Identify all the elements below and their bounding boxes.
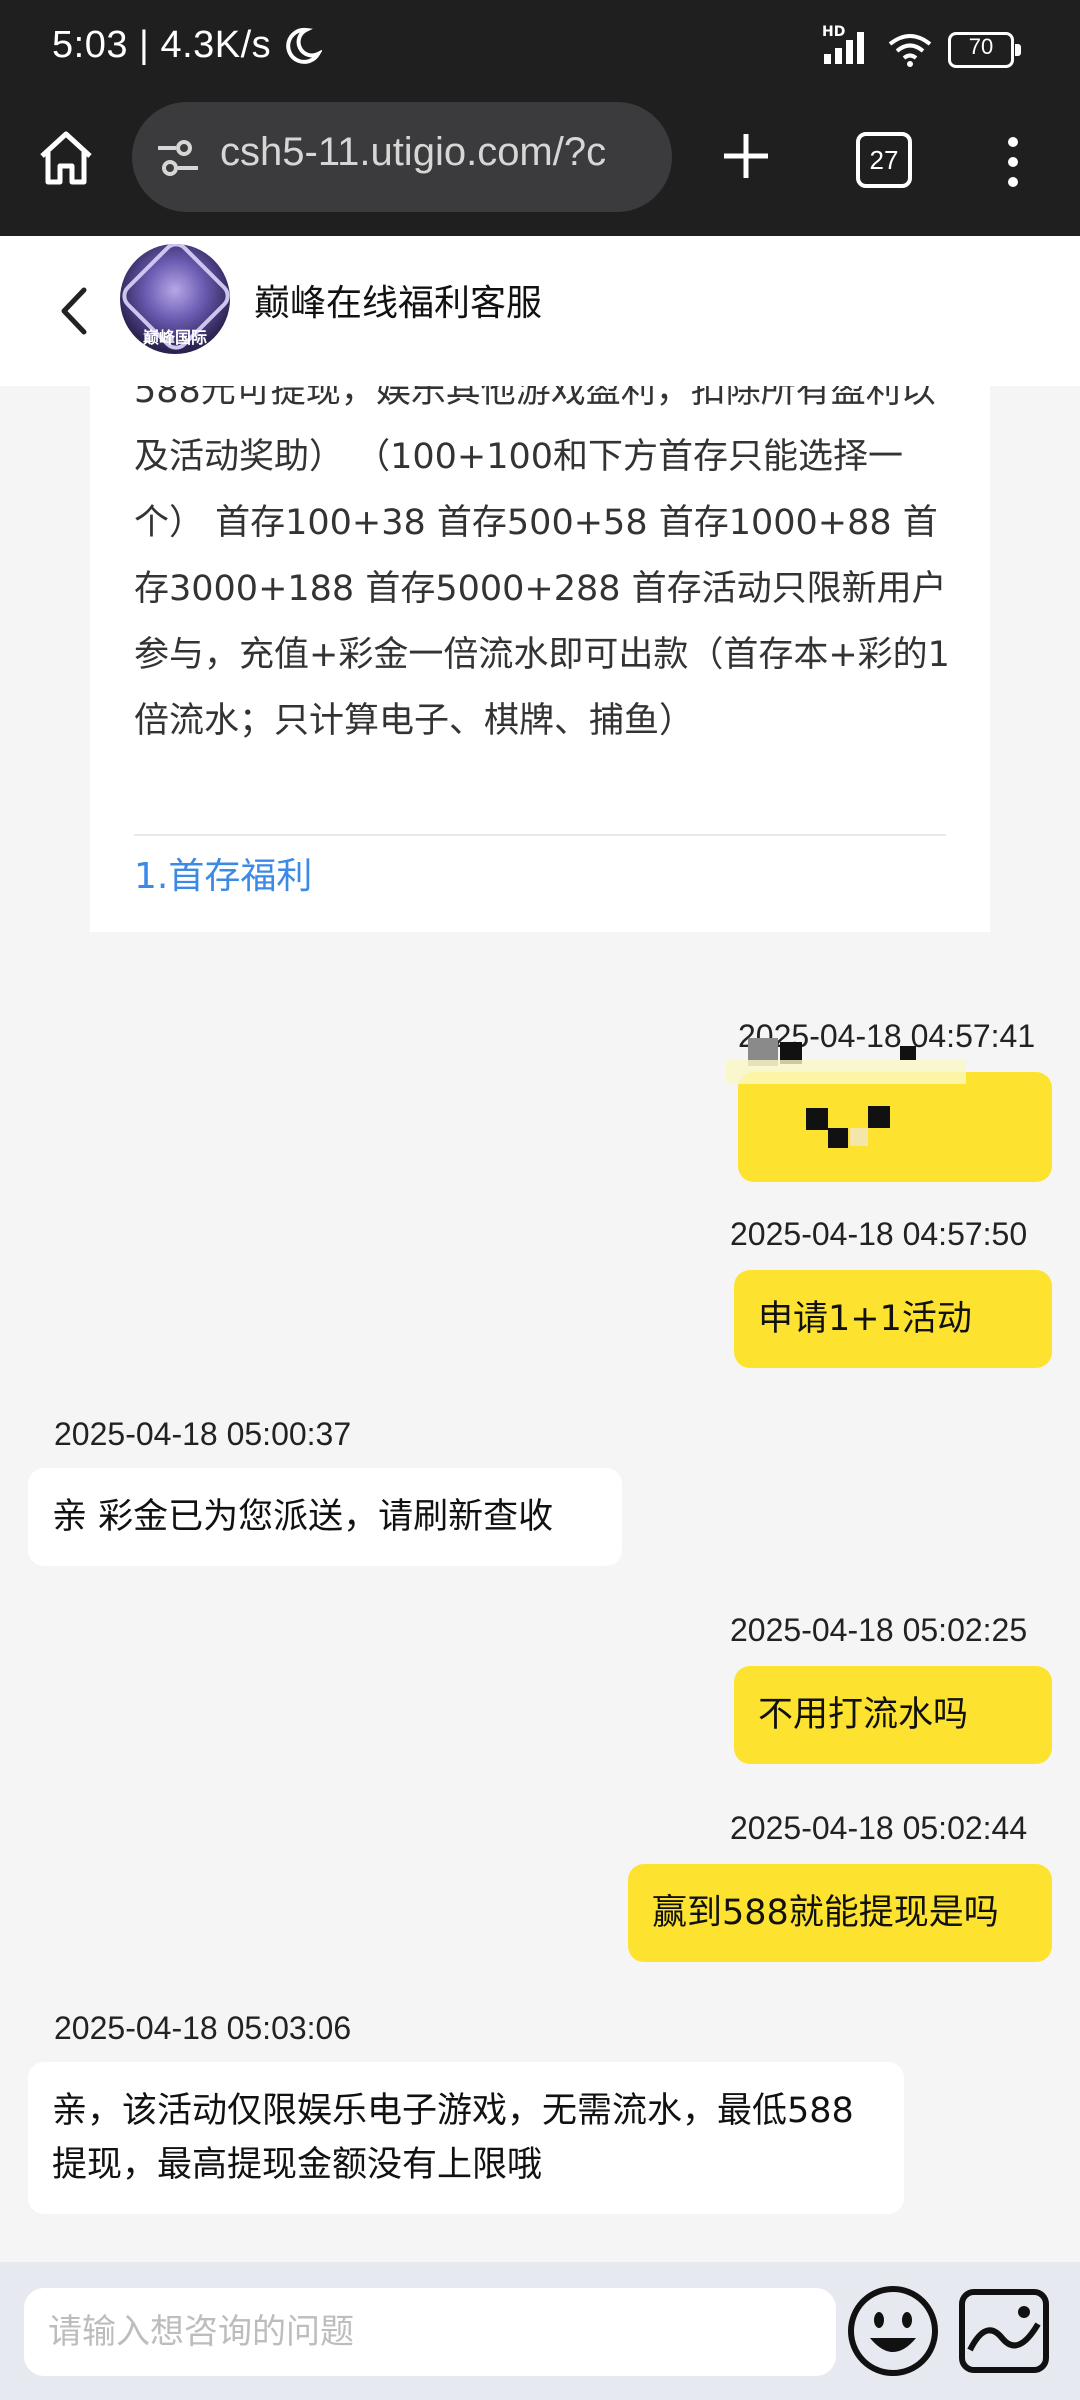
info-card: 588元可提现，娱乐其他游戏盈利，扣除所有盈利以及活动奖助） （100+100和… bbox=[90, 371, 990, 932]
tab-count: 27 bbox=[869, 145, 899, 175]
emoji-icon[interactable] bbox=[846, 2284, 940, 2378]
status-time: 5:03 | 4.3K/s bbox=[52, 24, 272, 66]
signal-icon bbox=[824, 32, 864, 64]
address-bar[interactable]: csh5-11.utigio.com/?c bbox=[132, 102, 672, 212]
message-input[interactable] bbox=[24, 2288, 808, 2376]
divider bbox=[134, 834, 946, 836]
plus-icon[interactable] bbox=[716, 126, 776, 186]
battery-icon: 70 bbox=[948, 32, 1021, 68]
first-deposit-link[interactable]: 1.首存福利 bbox=[134, 844, 312, 910]
home-icon[interactable] bbox=[34, 126, 98, 190]
avatar: 巅峰国际 bbox=[120, 244, 230, 354]
message-bubble-agent: 亲 彩金已为您派送，请刷新查收 bbox=[28, 1468, 622, 1566]
message-bubble-user: 申请1+1活动 bbox=[734, 1270, 1052, 1368]
message-bubble-user: 赢到588就能提现是吗 bbox=[628, 1864, 1052, 1962]
info-card-text: 588元可提现，娱乐其他游戏盈利，扣除所有盈利以及活动奖助） （100+100和… bbox=[134, 371, 950, 741]
chat-header: 巅峰国际 巅峰在线福利客服 bbox=[0, 236, 1080, 386]
more-vert-icon[interactable] bbox=[998, 132, 1028, 192]
avatar-text: 巅峰国际 bbox=[142, 328, 207, 347]
message-timestamp: 2025-04-18 05:03:06 bbox=[54, 2010, 352, 2046]
message-timestamp: 2025-04-18 05:00:37 bbox=[54, 1416, 352, 1452]
message-input-container[interactable] bbox=[24, 2288, 836, 2376]
chat-title: 巅峰在线福利客服 bbox=[254, 283, 543, 324]
browser-toolbar: csh5-11.utigio.com/?c 27 bbox=[0, 96, 1080, 236]
url-text[interactable]: csh5-11.utigio.com/?c bbox=[220, 130, 666, 175]
message-timestamp: 2025-04-18 05:02:25 bbox=[730, 1612, 1028, 1648]
wifi-icon bbox=[888, 34, 932, 67]
status-bar: 5:03 | 4.3K/s HD 70 bbox=[0, 0, 1080, 96]
message-timestamp: 2025-04-18 04:57:50 bbox=[730, 1216, 1028, 1252]
input-bar bbox=[0, 2262, 1080, 2400]
message-timestamp: 2025-04-18 05:02:44 bbox=[730, 1810, 1028, 1846]
battery-level: 70 bbox=[968, 34, 994, 59]
message-bubble-agent: 亲，该活动仅限娱乐电子游戏，无需流水，最低588提现，最高提现金额没有上限哦 bbox=[28, 2062, 904, 2214]
message-bubble-user bbox=[726, 1060, 1052, 1182]
message-bubble-user: 不用打流水吗 bbox=[734, 1666, 1052, 1764]
tune-icon[interactable] bbox=[154, 134, 202, 182]
back-arrow-icon[interactable] bbox=[52, 276, 96, 346]
image-icon[interactable] bbox=[958, 2288, 1050, 2374]
tabs-icon[interactable]: 27 bbox=[856, 132, 912, 188]
moon-icon bbox=[286, 27, 322, 64]
